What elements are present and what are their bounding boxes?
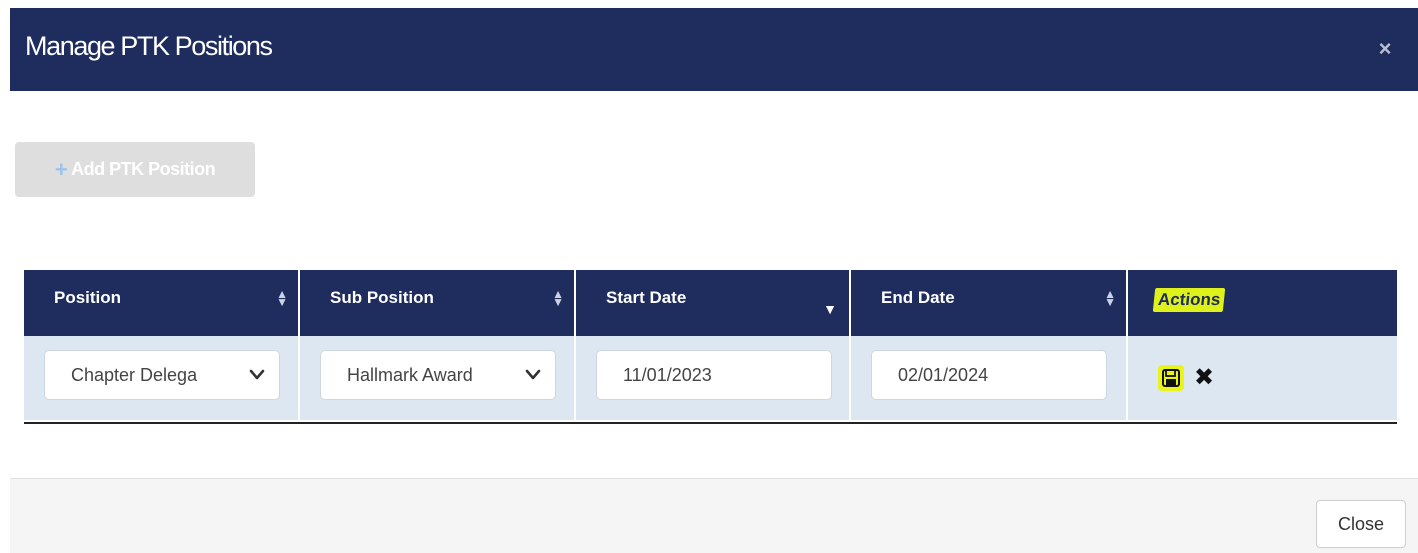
start-date-input[interactable]: 11/01/2023 xyxy=(596,350,832,400)
sort-desc-icon: ▼ xyxy=(823,301,837,317)
modal-footer: Close xyxy=(10,478,1418,553)
modal-header: Manage PTK Positions × xyxy=(10,8,1418,91)
column-label: Start Date xyxy=(606,288,687,307)
chevron-down-icon xyxy=(525,351,541,399)
start-date-cell: 11/01/2023 xyxy=(576,336,851,420)
add-ptk-position-label: Add PTK Position xyxy=(71,159,216,179)
sub-position-value: Hallmark Award xyxy=(347,365,473,385)
close-button[interactable]: Close xyxy=(1316,500,1406,548)
position-cell: Chapter Delega xyxy=(24,336,300,420)
column-label: Sub Position xyxy=(330,288,434,307)
delete-icon[interactable]: ✖ xyxy=(1194,366,1214,390)
column-header-sub-position[interactable]: Sub Position ▲ ▼ xyxy=(300,270,576,336)
sub-position-cell: Hallmark Award xyxy=(300,336,576,420)
column-label: End Date xyxy=(881,288,955,307)
sort-icon: ▲ ▼ xyxy=(552,287,564,309)
column-header-start-date[interactable]: Start Date ▼ xyxy=(576,270,851,336)
column-header-end-date[interactable]: End Date ▲ ▼ xyxy=(851,270,1128,336)
plus-icon: + xyxy=(54,156,68,182)
end-date-input[interactable]: 02/01/2024 xyxy=(871,350,1107,400)
position-select[interactable]: Chapter Delega xyxy=(44,350,280,400)
table-header: Position ▲ ▼ Sub Position ▲ ▼ Start Date ▼… xyxy=(24,270,1397,336)
end-date-cell: 02/01/2024 xyxy=(851,336,1128,420)
table-row: Chapter Delega Hallmark Award 11/01/2023… xyxy=(24,336,1397,420)
column-header-actions: Actions xyxy=(1128,270,1397,336)
add-ptk-position-button[interactable]: + Add PTK Position xyxy=(15,142,255,197)
actions-cell: ✖ xyxy=(1128,336,1397,420)
column-header-position[interactable]: Position ▲ ▼ xyxy=(24,270,300,336)
modal-title: Manage PTK Positions xyxy=(25,31,273,61)
close-icon[interactable]: × xyxy=(1370,34,1400,64)
save-icon[interactable] xyxy=(1158,365,1184,391)
sort-icon: ▲ ▼ xyxy=(276,287,288,309)
position-value: Chapter Delega xyxy=(71,365,198,385)
sub-position-select[interactable]: Hallmark Award xyxy=(320,350,556,400)
positions-table: Position ▲ ▼ Sub Position ▲ ▼ Start Date ▼… xyxy=(24,270,1397,424)
sort-icon: ▲ ▼ xyxy=(1104,287,1116,309)
chevron-down-icon xyxy=(249,351,265,399)
column-label: Actions xyxy=(1152,288,1226,312)
column-label: Position xyxy=(54,288,122,307)
